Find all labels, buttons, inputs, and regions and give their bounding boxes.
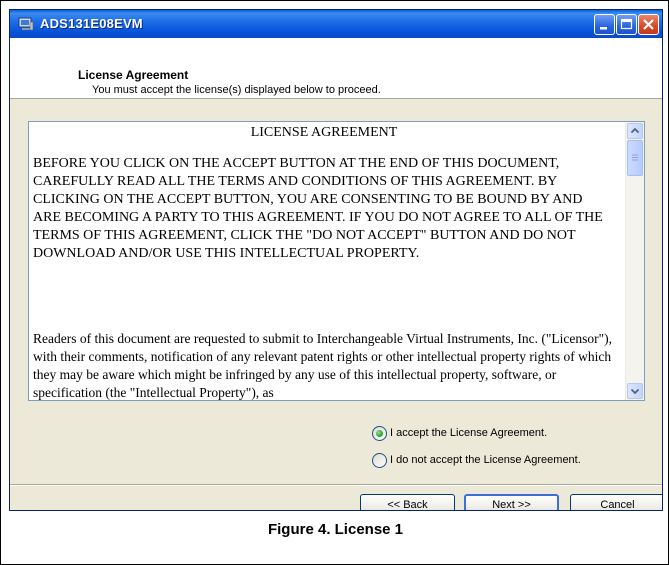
scroll-up-button[interactable] <box>627 123 643 139</box>
vertical-scrollbar[interactable] <box>625 122 644 400</box>
radio-button-selected[interactable] <box>372 426 387 441</box>
license-paragraph: BEFORE YOU CLICK ON THE ACCEPT BUTTON AT… <box>33 156 603 261</box>
figure-frame: ADS131E08EVM License Agreement You must … <box>0 0 669 565</box>
cancel-button[interactable]: Cancel <box>570 494 662 510</box>
license-text: LICENSE AGREEMENT BEFORE YOU CLICK ON TH… <box>29 122 619 400</box>
close-button[interactable] <box>638 14 659 35</box>
title-bar[interactable]: ADS131E08EVM <box>10 10 662 38</box>
footer-divider <box>10 484 662 486</box>
license-heading: LICENSE AGREEMENT <box>250 125 398 140</box>
accept-radio-label[interactable]: I accept the License Agreement. <box>390 427 547 439</box>
license-paragraph: Readers of this document are requested t… <box>33 331 613 400</box>
scroll-down-button[interactable] <box>627 383 643 399</box>
radio-button[interactable] <box>372 453 387 468</box>
window-title: ADS131E08EVM <box>40 16 143 31</box>
page-subtitle: You must accept the license(s) displayed… <box>92 84 381 96</box>
installer-window: ADS131E08EVM License Agreement You must … <box>9 9 663 511</box>
page-title: License Agreement <box>78 68 189 82</box>
computer-icon <box>18 16 34 32</box>
next-button[interactable]: Next >> <box>464 494 559 510</box>
figure-caption: Figure 4. License 1 <box>267 521 404 538</box>
radio-selected-dot <box>376 430 383 437</box>
decline-radio-label[interactable]: I do not accept the License Agreement. <box>390 454 581 466</box>
maximize-button[interactable] <box>616 14 637 35</box>
license-text-box[interactable]: LICENSE AGREEMENT BEFORE YOU CLICK ON TH… <box>28 121 645 401</box>
scrollbar-thumb[interactable] <box>627 140 643 176</box>
minimize-button[interactable] <box>594 14 615 35</box>
back-button[interactable]: << Back <box>360 494 455 510</box>
wizard-header: License Agreement You must accept the li… <box>10 38 662 99</box>
